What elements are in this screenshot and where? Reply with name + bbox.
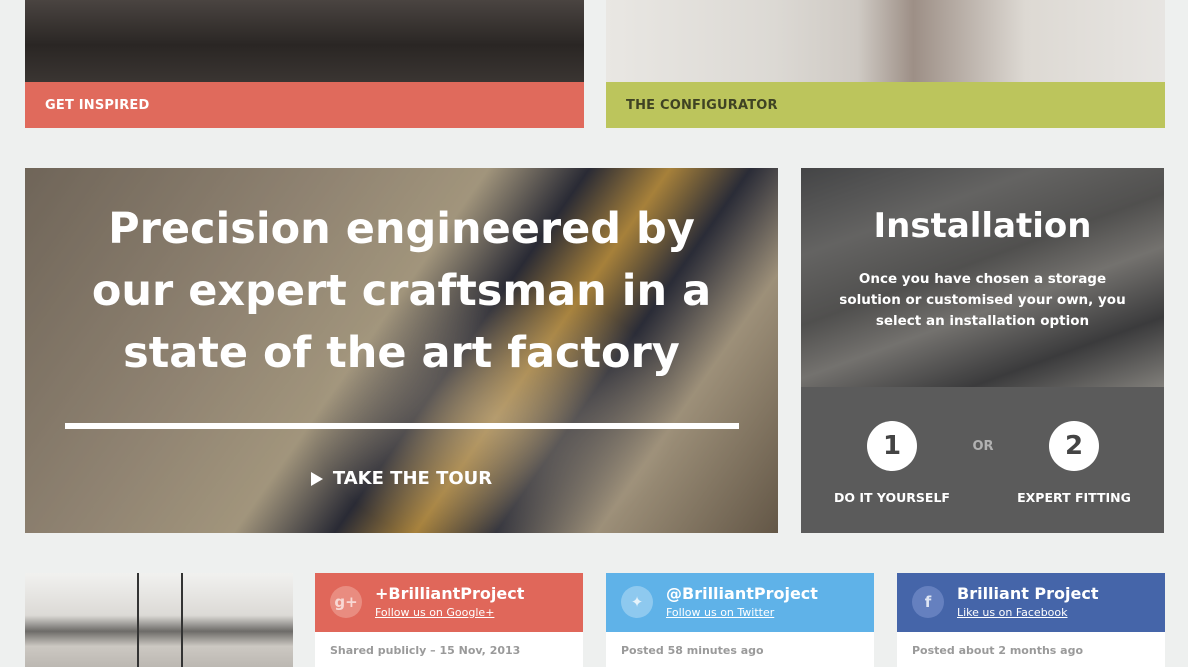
living-room-photo [25,0,584,82]
take-the-tour-label: TAKE THE TOUR [332,468,493,489]
twitter-handle[interactable]: @BrilliantProject [666,584,818,603]
twitter-card: ✦ @BrilliantProject Follow us on Twitter… [606,573,874,667]
google-plus-header: g+ +BrilliantProject Follow us on Google… [315,573,583,632]
hero-banner: Precision engineered by our expert craft… [25,168,778,533]
twitter-icon[interactable]: ✦ [621,586,653,618]
google-plus-icon[interactable]: g+ [330,586,362,618]
facebook-header: f Brilliant Project Like us on Facebook [897,573,1165,632]
facebook-follow-link[interactable]: Like us on Facebook [957,606,1068,619]
or-separator: OR [972,439,994,454]
installation-description: Once you have chosen a storage solution … [839,271,1126,329]
get-inspired-label: GET INSPIRED [45,97,150,113]
option-2-circle: 2 [1049,421,1099,471]
twitter-header: ✦ @BrilliantProject Follow us on Twitter [606,573,874,632]
google-plus-card: g+ +BrilliantProject Follow us on Google… [315,573,583,667]
configurator-bar[interactable]: THE CONFIGURATOR [606,82,1165,128]
play-icon [310,471,323,486]
get-inspired-bar[interactable]: GET INSPIRED [25,82,584,128]
google-plus-handle[interactable]: +BrilliantProject [375,584,524,603]
window-frame [137,573,139,667]
configurator-tile[interactable]: THE CONFIGURATOR [606,0,1165,128]
take-the-tour-button[interactable]: TAKE THE TOUR [25,468,778,489]
option-1-circle: 1 [867,421,917,471]
configurator-label: THE CONFIGURATOR [626,97,778,113]
facebook-card: f Brilliant Project Like us on Facebook … [897,573,1165,667]
get-inspired-tile[interactable]: GET INSPIRED [25,0,584,128]
do-it-yourself-option[interactable]: 1 DO IT YOURSELF [822,421,962,505]
window-frame [181,573,183,667]
google-plus-follow-link[interactable]: Follow us on Google+ [375,606,494,619]
google-plus-meta: Shared publicly – 15 Nov, 2013 [330,644,521,657]
twitter-meta: Posted 58 minutes ago [621,644,764,657]
hero-headline: Precision engineered by our expert craft… [91,204,712,378]
facebook-meta: Posted about 2 months ago [912,644,1084,657]
wardrobe-photo [606,0,1165,82]
showroom-photo[interactable] [25,573,293,667]
installation-title: Installation [873,206,1092,246]
expert-fitting-option[interactable]: 2 EXPERT FITTING [1004,421,1144,505]
installation-panel: Installation Once you have chosen a stor… [801,168,1164,533]
facebook-icon[interactable]: f [912,586,944,618]
facebook-handle[interactable]: Brilliant Project [957,584,1099,603]
hero-divider [65,423,739,429]
expert-fitting-label: EXPERT FITTING [1017,490,1131,505]
do-it-yourself-label: DO IT YOURSELF [834,490,950,505]
twitter-follow-link[interactable]: Follow us on Twitter [666,606,774,619]
